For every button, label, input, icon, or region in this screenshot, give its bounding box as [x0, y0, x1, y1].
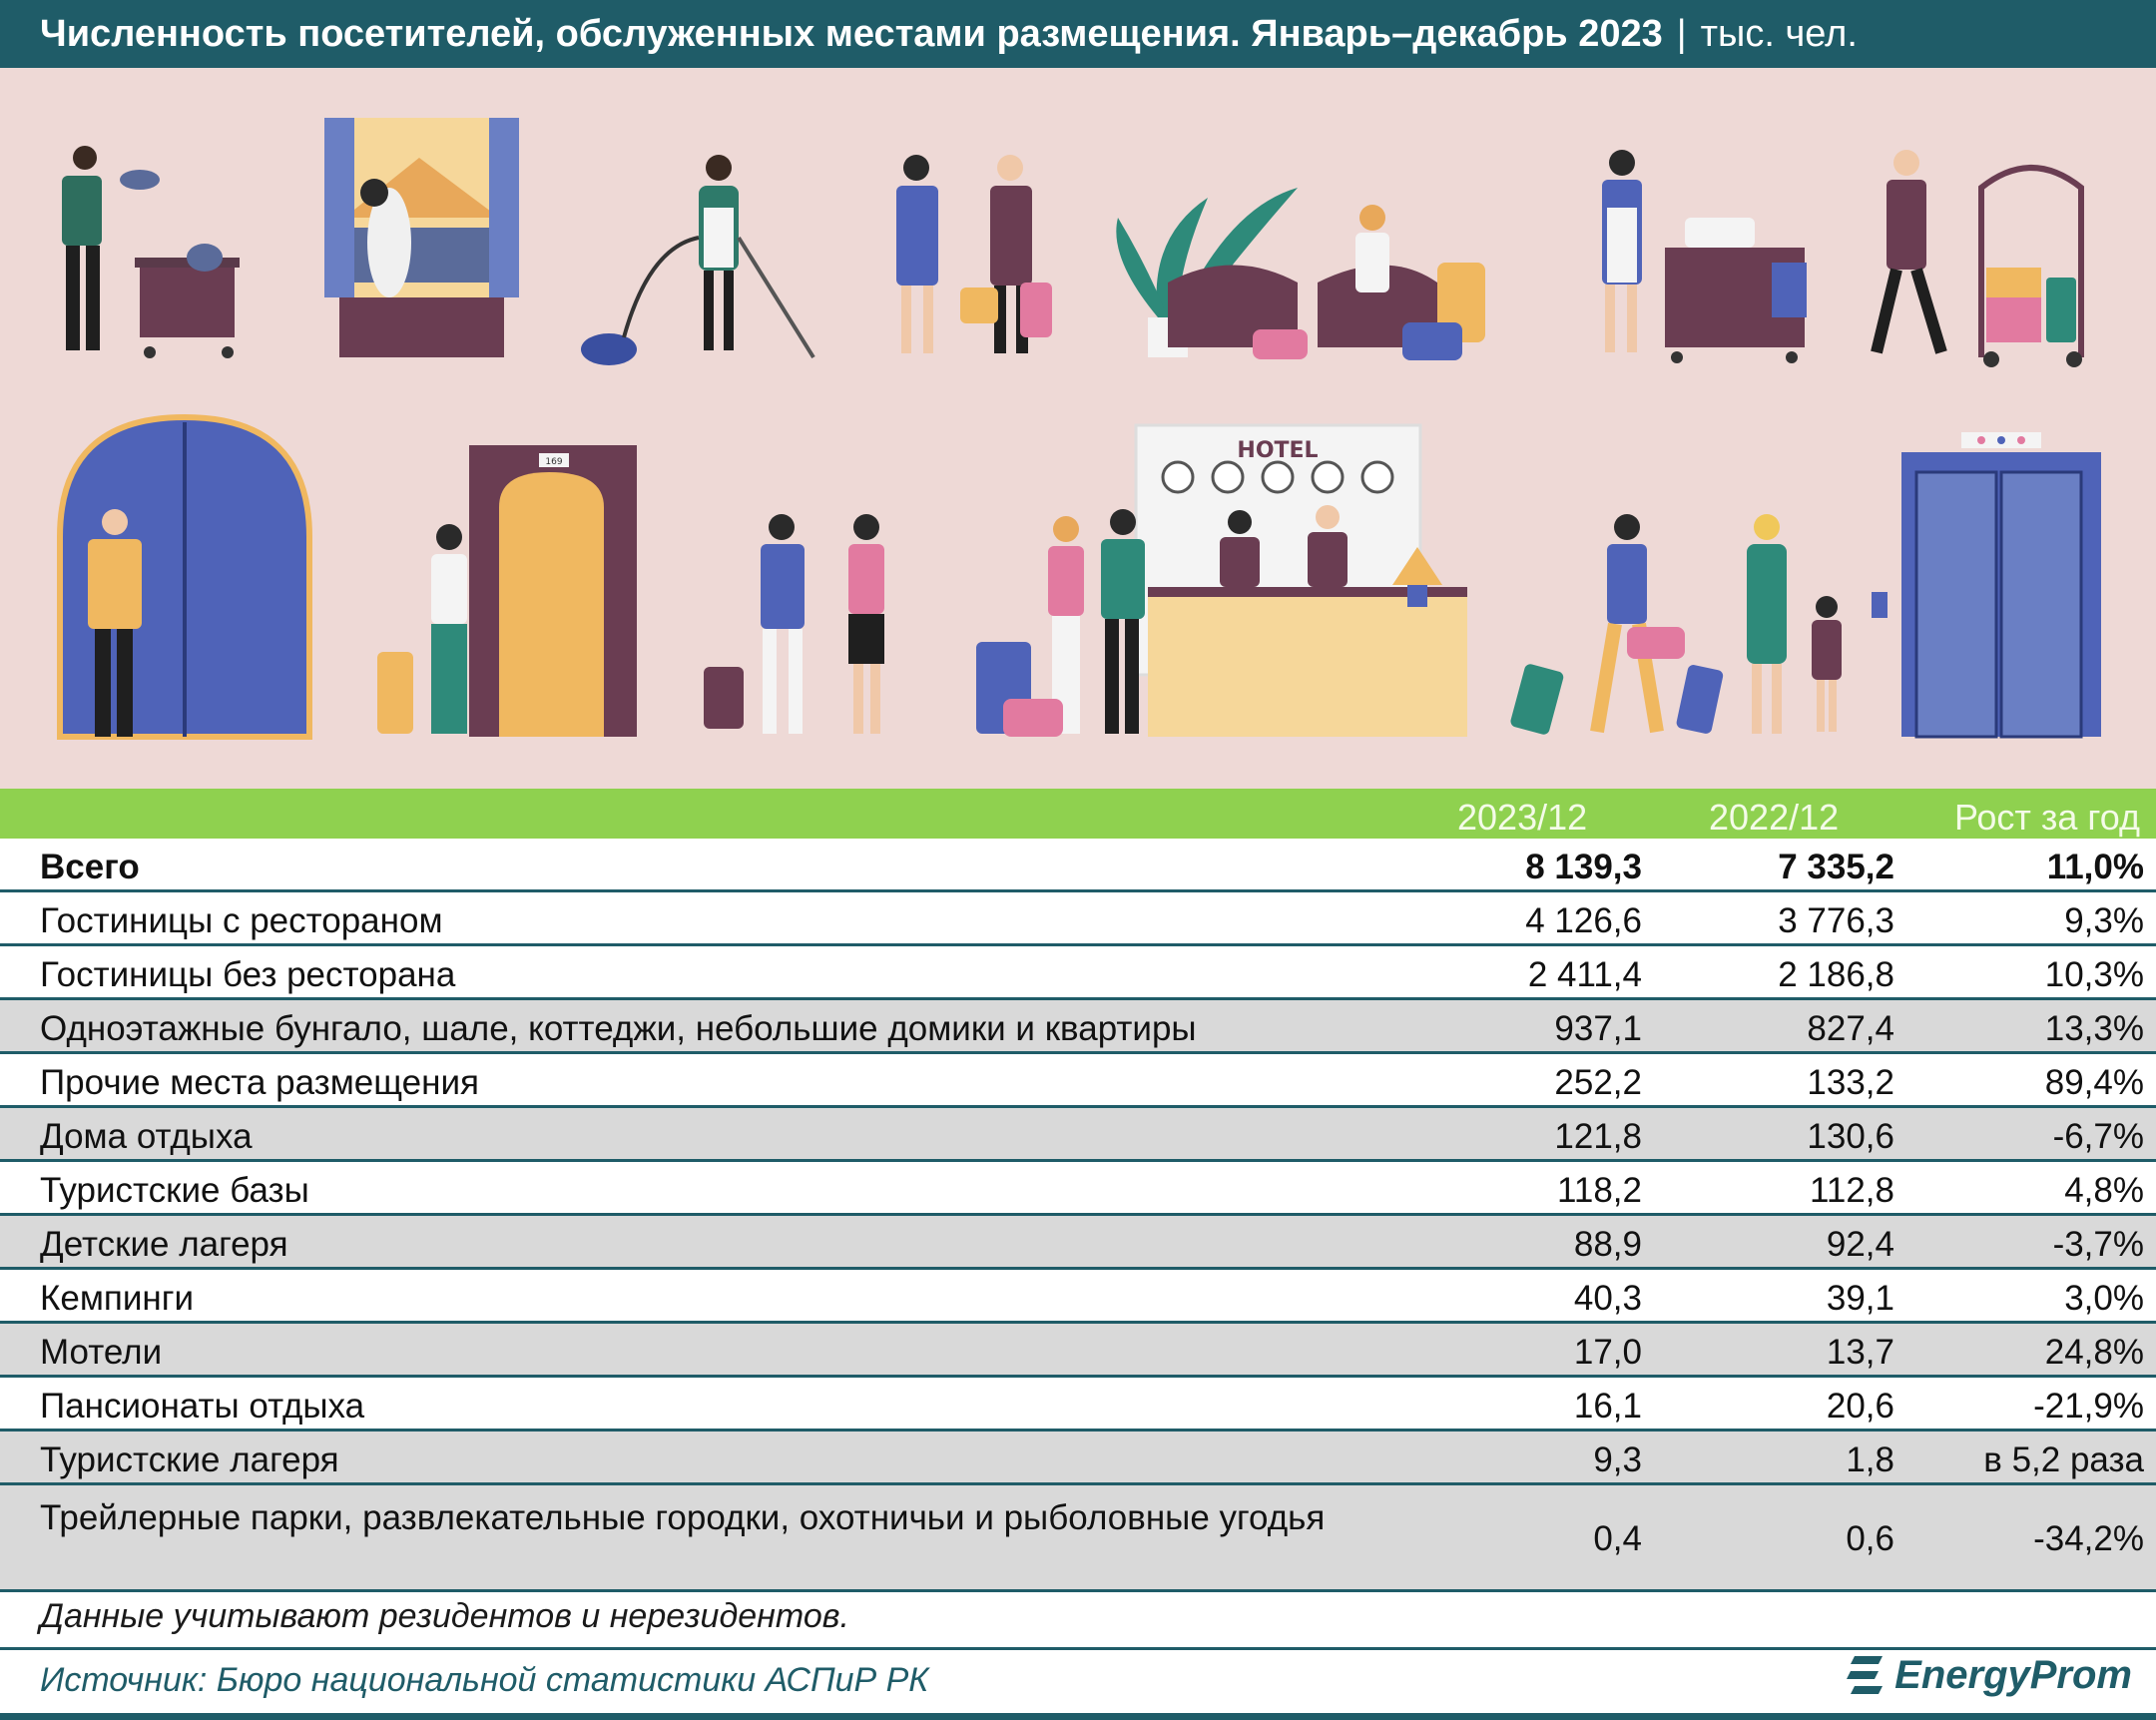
chart-title-bar: Численность посетителей, обслуженных мес…	[0, 0, 2156, 68]
value-2023: 8 139,3	[1525, 848, 1642, 886]
table-row: Одноэтажные бунгало, шале, коттеджи, неб…	[0, 1000, 2156, 1054]
table-row: Туристские базы 118,2 112,8 4,8%	[0, 1162, 2156, 1216]
value-2023: 40,3	[1573, 1279, 1642, 1318]
value-growth: 3,0%	[2064, 1279, 2144, 1318]
value-2022: 133,2	[1807, 1063, 1894, 1102]
value-growth: 11,0%	[2046, 848, 2144, 886]
row-label: Дома отдыха	[40, 1117, 253, 1156]
row-label: Гостиницы с рестораном	[40, 901, 443, 940]
value-2023: 88,9	[1573, 1225, 1642, 1264]
room-door-figure: 169	[377, 445, 637, 737]
row-label: Гостиницы без ресторана	[40, 955, 456, 994]
table-row: Кемпинги 40,3 39,1 3,0%	[0, 1270, 2156, 1324]
row-label: Одноэтажные бунгало, шале, коттеджи, неб…	[40, 1009, 1197, 1048]
value-2023: 2 411,4	[1527, 955, 1642, 994]
table-row: Пансионаты отдыха 16,1 20,6 -21,9%	[0, 1378, 2156, 1432]
value-growth: -21,9%	[2033, 1387, 2144, 1426]
reception-figure: HOTEL	[976, 423, 1467, 737]
hotel-sign: HOTEL	[1237, 438, 1318, 463]
row-label: Всего	[40, 848, 140, 886]
cleaner-figure	[581, 155, 815, 365]
bottom-border	[0, 1713, 2156, 1720]
data-table: 2023/12 2022/12 Рост за год Всего 8 139,…	[0, 789, 2156, 1592]
value-2022: 7 335,2	[1778, 848, 1894, 886]
value-growth: -34,2%	[2033, 1519, 2144, 1558]
value-growth: 4,8%	[2064, 1171, 2144, 1210]
col-header-2023: 2023/12	[1457, 797, 1588, 838]
row-label: Кемпинги	[40, 1279, 195, 1318]
doorman-figure	[57, 413, 312, 740]
value-2023: 118,2	[1557, 1171, 1642, 1210]
value-2022: 1,8	[1846, 1440, 1894, 1479]
chart-unit: тыс. чел.	[1700, 12, 1858, 55]
value-2023: 17,0	[1573, 1333, 1642, 1372]
waiter-figure	[62, 146, 240, 358]
room-number: 169	[545, 457, 562, 467]
row-label: Прочие места размещения	[40, 1063, 479, 1102]
value-2023: 252,2	[1554, 1063, 1642, 1102]
energyprom-logo: EnergyProm	[1845, 1653, 2132, 1698]
guest-and-bellboy-figure	[896, 155, 1052, 353]
value-2022: 20,6	[1826, 1387, 1894, 1426]
value-2023: 0,4	[1593, 1519, 1642, 1558]
couple-figure	[704, 514, 884, 734]
row-label: Пансионаты отдыха	[40, 1387, 365, 1426]
value-growth: 13,3%	[2044, 1009, 2144, 1048]
table-row: Всего 8 139,3 7 335,2 11,0%	[0, 839, 2156, 892]
value-2022: 2 186,8	[1778, 955, 1894, 994]
table-row: Туристские лагеря 9,3 1,8 в 5,2 раза	[0, 1432, 2156, 1485]
col-header-2022: 2022/12	[1709, 797, 1840, 838]
energyprom-logo-icon	[1847, 1655, 1884, 1694]
value-2023: 121,8	[1554, 1117, 1642, 1156]
row-label: Детские лагеря	[40, 1225, 288, 1264]
value-2022: 13,7	[1826, 1333, 1894, 1372]
value-2023: 9,3	[1593, 1440, 1642, 1479]
window-woman-figure	[324, 118, 519, 357]
value-2023: 16,1	[1573, 1387, 1642, 1426]
value-2022: 827,4	[1807, 1009, 1894, 1048]
value-growth: -3,7%	[2052, 1225, 2144, 1264]
value-2023: 937,1	[1554, 1009, 1642, 1048]
title-separator: |	[1676, 12, 1687, 55]
porter-figure	[1871, 150, 2084, 367]
table-row: Гостиницы без ресторана 2 411,4 2 186,8 …	[0, 946, 2156, 1000]
value-2022: 39,1	[1826, 1279, 1894, 1318]
value-growth: -6,7%	[2052, 1117, 2144, 1156]
hotel-staff-illustration: 169 HOTEL	[0, 68, 2156, 789]
value-growth: 10,3%	[2044, 955, 2144, 994]
value-growth: 24,8%	[2044, 1333, 2144, 1372]
value-2022: 130,6	[1807, 1117, 1894, 1156]
row-label: Туристские лагеря	[40, 1440, 339, 1479]
table-row: Трейлерные парки, развлекательные городк…	[0, 1485, 2156, 1592]
value-growth: 89,4%	[2044, 1063, 2144, 1102]
col-header-growth: Рост за год	[1953, 797, 2140, 838]
data-note: Данные учитывают резидентов и нерезидент…	[40, 1597, 849, 1635]
value-growth: в 5,2 раза	[1983, 1440, 2144, 1479]
value-2022: 3 776,3	[1778, 901, 1894, 940]
logo-text: EnergyProm	[1894, 1653, 2132, 1697]
source-text: Источник: Бюро национальной статистики А…	[40, 1661, 929, 1699]
table-row: Гостиницы с рестораном 4 126,6 3 776,3 9…	[0, 892, 2156, 946]
table-row: Детские лагеря 88,9 92,4 -3,7%	[0, 1216, 2156, 1270]
row-label: Туристские базы	[40, 1171, 309, 1210]
value-2022: 0,6	[1846, 1519, 1894, 1558]
chart-title: Численность посетителей, обслуженных мес…	[40, 12, 1663, 55]
table-row: Прочие места размещения 252,2 133,2 89,4…	[0, 1054, 2156, 1108]
elevator-figure	[1901, 432, 2101, 739]
row-label: Мотели	[40, 1333, 163, 1372]
maid-figure	[1602, 150, 1807, 363]
lounge-figure	[1116, 188, 1485, 360]
value-2022: 112,8	[1810, 1171, 1894, 1210]
footer-divider	[0, 1647, 2156, 1650]
table-row: Мотели 17,0 13,7 24,8%	[0, 1324, 2156, 1378]
value-2023: 4 126,6	[1525, 901, 1642, 940]
value-growth: 9,3%	[2064, 901, 2144, 940]
row-label: Трейлерные парки, развлекательные городк…	[40, 1498, 1326, 1537]
family-figure	[1510, 514, 1887, 735]
value-2022: 92,4	[1826, 1225, 1894, 1264]
table-row: Дома отдыха 121,8 130,6 -6,7%	[0, 1108, 2156, 1162]
table-header: 2023/12 2022/12 Рост за год	[0, 789, 2156, 839]
